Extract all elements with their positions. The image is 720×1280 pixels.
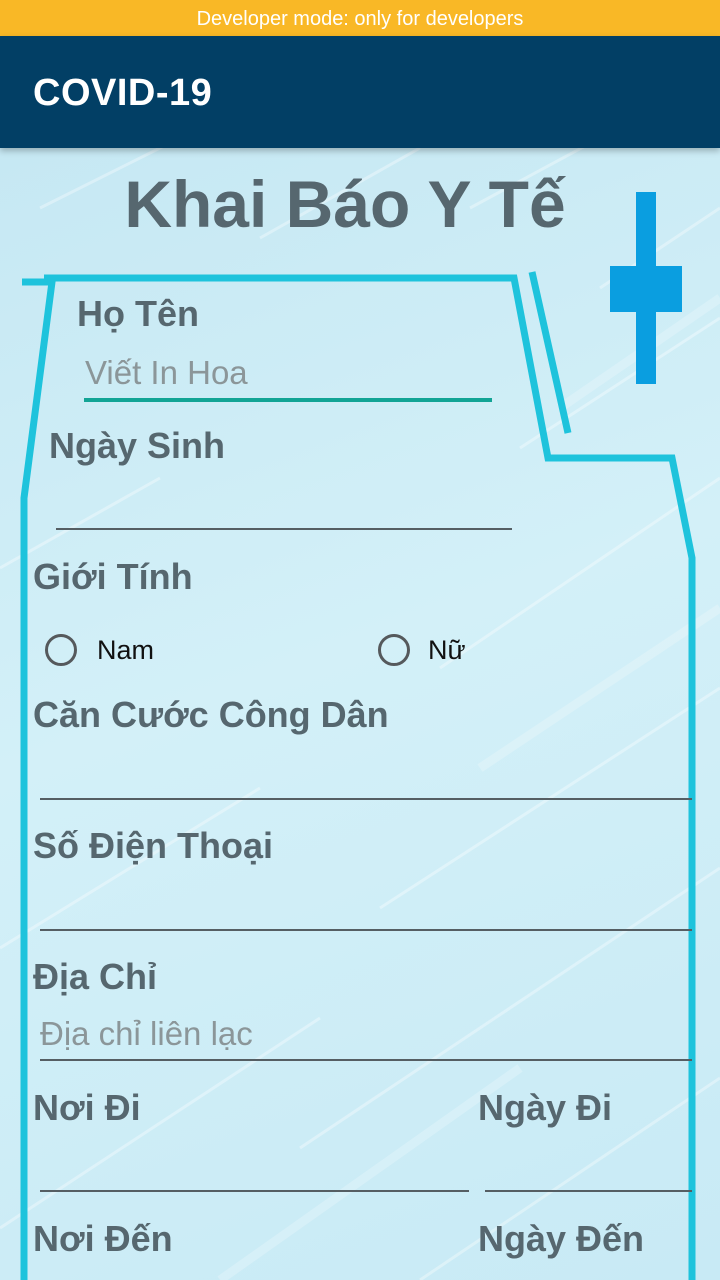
address-underline xyxy=(40,1059,692,1061)
departure-place-field[interactable] xyxy=(40,1190,469,1192)
citizen-id-field[interactable] xyxy=(40,798,692,800)
departure-place-label: Nơi Đi xyxy=(33,1087,141,1128)
destination-label: Nơi Đến xyxy=(33,1218,173,1259)
departure-date-label: Ngày Đi xyxy=(478,1087,613,1128)
form-content: Khai Báo Y Tế Họ Tên Viết In Hoa Ngày Si… xyxy=(0,148,720,1280)
app-bar: COVID-19 xyxy=(0,36,720,148)
radio-unchecked-icon xyxy=(378,634,410,666)
form-title: Khai Báo Y Tế xyxy=(124,167,566,241)
phone-field[interactable] xyxy=(40,929,692,931)
radio-unchecked-icon xyxy=(45,634,77,666)
birth-date-field[interactable] xyxy=(56,528,512,530)
developer-mode-banner: Developer mode: only for developers xyxy=(0,0,720,36)
full-name-underline xyxy=(84,398,492,402)
gender-radio-nam[interactable]: Nam xyxy=(45,634,154,666)
birth-date-label: Ngày Sinh xyxy=(49,425,226,466)
full-name-field[interactable]: Viết In Hoa xyxy=(85,354,248,392)
gender-radio-nu[interactable]: Nữ xyxy=(378,634,466,666)
address-label: Địa Chỉ xyxy=(33,956,158,997)
app-title: COVID-19 xyxy=(33,72,213,114)
phone-label: Số Điện Thoại xyxy=(33,825,274,866)
gender-option-label: Nữ xyxy=(428,634,466,665)
screen: Developer mode: only for developers COVI… xyxy=(0,0,720,1280)
citizen-id-label: Căn Cước Công Dân xyxy=(33,694,389,735)
gender-label: Giới Tính xyxy=(33,556,193,597)
gender-option-label: Nam xyxy=(97,634,155,665)
full-name-label: Họ Tên xyxy=(77,293,199,334)
departure-date-field[interactable] xyxy=(485,1190,692,1192)
arrival-date-label: Ngày Đến xyxy=(478,1218,645,1259)
developer-mode-text: Developer mode: only for developers xyxy=(196,8,524,30)
address-field[interactable]: Địa chỉ liên lạc xyxy=(40,1015,253,1053)
